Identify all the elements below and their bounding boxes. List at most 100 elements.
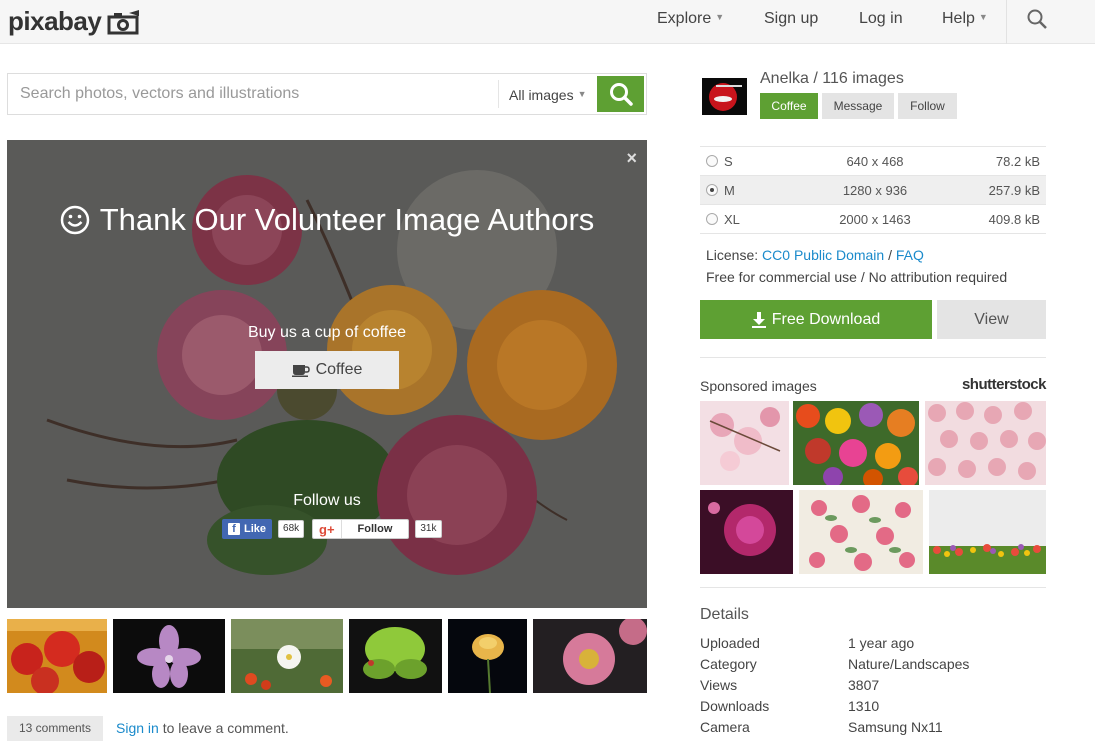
overlay-title: Thank Our Volunteer Image Authors — [7, 202, 647, 238]
sponsored-image[interactable] — [700, 401, 789, 485]
nav-help-label: Help — [942, 10, 975, 27]
detail-value-category[interactable]: Nature/Landscapes — [848, 656, 969, 672]
detail-label-category: Category — [700, 656, 757, 672]
size-option-xl[interactable]: XL 2000 x 1463 409.8 kB — [700, 205, 1046, 234]
size-dimensions: 2000 x 1463 — [839, 212, 911, 227]
overlay-coffee-label: Coffee — [315, 361, 363, 378]
search-type-select[interactable]: All images ▼ — [498, 80, 596, 108]
sponsored-image[interactable] — [929, 490, 1046, 574]
buy-coffee-text: Buy us a cup of coffee — [247, 324, 407, 341]
close-icon[interactable]: × — [626, 148, 637, 169]
chevron-down-icon: ▼ — [978, 12, 988, 22]
free-download-button[interactable]: Free Download — [700, 300, 932, 339]
search-icon — [609, 83, 633, 106]
facebook-count: 68k — [278, 520, 305, 538]
license-note: Free for commercial use / No attribution… — [706, 269, 1008, 285]
signin-rest: to leave a comment. — [162, 720, 289, 736]
google-plus-count: 31k — [415, 520, 442, 538]
shutterstock-logo[interactable]: shutterstock — [962, 376, 1047, 393]
sponsored-image[interactable] — [793, 401, 919, 485]
divider — [700, 587, 1046, 588]
related-thumbnail[interactable] — [231, 619, 343, 693]
nav-signup[interactable]: Sign up — [764, 10, 818, 28]
avatar[interactable] — [702, 78, 747, 115]
overlay-title-text: Thank Our Volunteer Image Authors — [99, 202, 595, 237]
detail-label-views: Views — [700, 677, 738, 693]
facebook-like-widget: f Like 68k — [222, 518, 305, 540]
facebook-like-button[interactable]: f Like — [222, 519, 273, 539]
follow-us-text: Follow us — [293, 492, 361, 509]
detail-label-downloads: Downloads — [700, 698, 770, 714]
sponsored-label: Sponsored images — [700, 378, 817, 394]
sponsored-image[interactable] — [799, 490, 923, 574]
related-thumbnail[interactable] — [349, 619, 442, 693]
view-button[interactable]: View — [937, 300, 1046, 339]
author-name[interactable]: Anelka — [760, 70, 809, 87]
license-sep: / — [888, 247, 892, 263]
search-icon[interactable] — [1026, 8, 1048, 30]
download-icon — [751, 311, 766, 328]
facebook-icon: f — [228, 523, 240, 535]
license-link[interactable]: CC0 Public Domain — [762, 247, 884, 263]
detail-value-views: 3807 — [848, 677, 880, 693]
divider — [700, 357, 1046, 358]
related-thumbnail[interactable] — [7, 619, 107, 693]
size-option-m[interactable]: M 1280 x 936 257.9 kB — [700, 176, 1046, 205]
search-input[interactable] — [8, 74, 496, 114]
signin-link[interactable]: Sign in — [116, 720, 159, 736]
nav-login[interactable]: Log in — [859, 10, 903, 28]
nav-divider — [1006, 0, 1007, 44]
license-line: License: CC0 Public Domain / FAQ — [706, 247, 924, 263]
size-options: S 640 x 468 78.2 kB M 1280 x 936 257.9 k… — [700, 146, 1046, 234]
detail-label-camera: Camera — [700, 719, 750, 735]
google-plus-follow-label: Follow — [357, 523, 393, 535]
message-button[interactable]: Message — [822, 93, 894, 119]
sponsored-image[interactable] — [925, 401, 1046, 485]
size-filesize: 257.9 kB — [988, 183, 1040, 198]
nav-explore-label: Explore — [657, 10, 712, 27]
chevron-down-icon: ▼ — [715, 12, 725, 22]
size-option-s[interactable]: S 640 x 468 78.2 kB — [700, 147, 1046, 176]
related-thumbnail[interactable] — [113, 619, 225, 693]
author-line: Anelka / 116 images — [760, 70, 904, 88]
detail-value-uploaded: 1 year ago — [848, 635, 915, 651]
size-filesize: 78.2 kB — [995, 154, 1040, 169]
nav-explore[interactable]: Explore ▼ — [657, 10, 724, 28]
free-download-label: Free Download — [771, 310, 881, 328]
search-button[interactable] — [597, 76, 644, 112]
detail-value-camera[interactable]: Samsung Nx11 — [848, 719, 943, 735]
related-thumbnail[interactable] — [533, 619, 647, 693]
main-photo[interactable]: × Thank Our Volunteer Image Authors Buy … — [7, 140, 647, 608]
detail-label-uploaded: Uploaded — [700, 635, 760, 651]
pixabay-logo[interactable]: pixabay — [8, 6, 141, 37]
nav-help[interactable]: Help ▼ — [942, 10, 988, 28]
facebook-like-label: Like — [244, 523, 267, 535]
comments-count-tab[interactable]: 13 comments — [7, 716, 103, 741]
chevron-down-icon: ▼ — [577, 89, 587, 99]
author-image-count: 116 images — [822, 70, 904, 87]
detail-value-downloads: 1310 — [848, 698, 880, 714]
faq-link[interactable]: FAQ — [896, 247, 924, 263]
search-bar: All images▼ — [7, 73, 647, 115]
google-plus-widget: g+ Follow 31k — [312, 518, 442, 540]
license-prefix: License: — [706, 247, 759, 263]
search-type-label: All images — [509, 87, 574, 103]
signin-prompt: Sign in to leave a comment. — [116, 720, 289, 736]
author-coffee-button[interactable]: Coffee — [760, 93, 818, 119]
smiley-icon — [60, 205, 89, 235]
google-plus-icon: g+ — [313, 520, 342, 538]
size-filesize: 409.8 kB — [988, 212, 1040, 227]
related-thumbnail[interactable] — [448, 619, 527, 693]
follow-button[interactable]: Follow — [898, 93, 957, 119]
cup-icon — [291, 365, 310, 377]
overlay-coffee-button[interactable]: Coffee — [255, 351, 399, 389]
google-plus-follow-button[interactable]: g+ Follow — [312, 519, 410, 539]
sponsored-image[interactable] — [700, 490, 793, 574]
top-navbar: pixabay Explore ▼ Sign up Log in Help ▼ — [0, 0, 1095, 44]
details-title: Details — [700, 606, 749, 623]
size-dimensions: 640 x 468 — [846, 154, 904, 169]
logo-text: pixabay — [8, 6, 102, 36]
author-sep: / — [813, 70, 818, 87]
size-dimensions: 1280 x 936 — [842, 183, 908, 198]
camera-logo-icon — [107, 9, 140, 34]
